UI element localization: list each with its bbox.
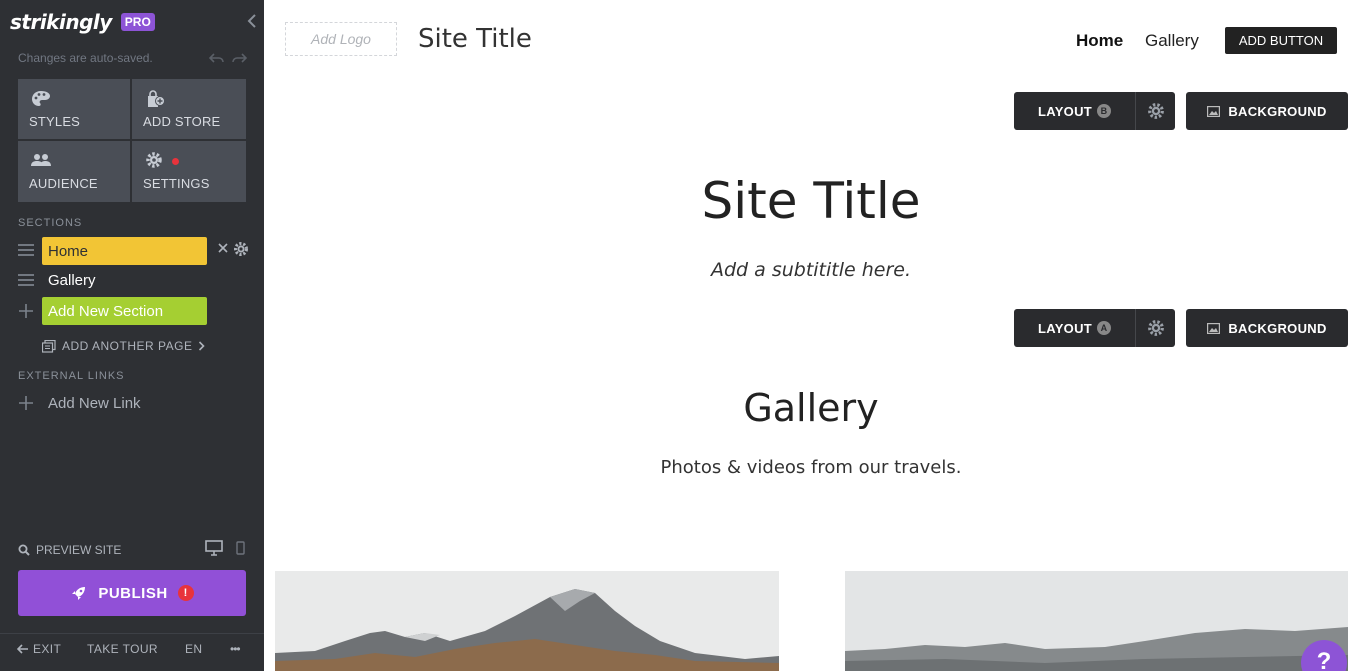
site-preview: Add Logo Site Title Home Gallery ADD BUT…: [264, 0, 1358, 671]
background-label: BACKGROUND: [1228, 320, 1327, 336]
gallery-subtitle[interactable]: Photos & videos from our travels.: [264, 457, 1358, 478]
add-store-tile[interactable]: ADD STORE: [132, 79, 246, 139]
gear-icon: [1147, 103, 1164, 119]
arrow-left-icon: [17, 644, 28, 654]
rocket-icon: [72, 587, 86, 600]
hero-layout-button[interactable]: LAYOUT B: [1014, 92, 1136, 130]
sidebar-footer: EXIT TAKE TOUR EN •••: [0, 633, 264, 671]
layout-label: LAYOUT: [1037, 103, 1093, 119]
close-icon[interactable]: [216, 240, 230, 256]
palette-icon: [32, 91, 50, 106]
gallery-settings-button[interactable]: [1136, 309, 1175, 347]
hero-title[interactable]: Site Title: [264, 172, 1358, 230]
add-new-link-button[interactable]: Add New Link: [48, 395, 141, 412]
layout-label: LAYOUT: [1037, 320, 1093, 336]
strikingly-logo: strikingly: [10, 10, 112, 34]
gallery-layout-controls: LAYOUT A: [1014, 309, 1175, 347]
take-tour-button[interactable]: TAKE TOUR: [87, 642, 158, 656]
undo-icon[interactable]: [209, 51, 225, 65]
add-logo-placeholder[interactable]: Add Logo: [285, 22, 397, 56]
more-menu-button[interactable]: •••: [230, 642, 241, 656]
add-another-page-label: ADD ANOTHER PAGE: [62, 339, 193, 353]
nav-link-gallery[interactable]: Gallery: [1145, 31, 1199, 51]
hero-subtitle[interactable]: Add a subtititle here.: [264, 259, 1358, 281]
pages-icon: [42, 339, 56, 353]
landscape-photo: [845, 571, 1348, 671]
editor-sidebar: strikingly PRO Changes are auto-saved. S…: [0, 0, 264, 671]
redo-icon[interactable]: [231, 51, 247, 65]
section-settings-gear-icon[interactable]: [233, 241, 249, 257]
drag-handle-icon[interactable]: [17, 272, 35, 288]
gallery-background-button[interactable]: BACKGROUND: [1186, 309, 1348, 347]
add-another-page-button[interactable]: ADD ANOTHER PAGE: [42, 339, 206, 353]
autosave-status: Changes are auto-saved.: [18, 51, 153, 65]
exit-label: EXIT: [33, 642, 62, 656]
settings-label: SETTINGS: [143, 176, 210, 191]
layout-variant-badge: A: [1097, 321, 1112, 335]
settings-tile[interactable]: SETTINGS: [132, 141, 246, 202]
sections-heading: SECTIONS: [18, 217, 83, 229]
drag-handle-icon[interactable]: [17, 242, 35, 258]
chevron-right-icon: [199, 341, 206, 351]
nav-link-home[interactable]: Home: [1076, 31, 1123, 51]
plus-icon[interactable]: [18, 395, 34, 411]
audience-label: AUDIENCE: [29, 176, 98, 191]
gallery-photo-2[interactable]: [845, 571, 1348, 671]
store-add-icon: [148, 90, 165, 107]
desktop-icon[interactable]: [205, 540, 223, 556]
plus-icon[interactable]: [18, 303, 34, 319]
styles-label: STYLES: [29, 114, 81, 129]
mobile-icon[interactable]: [236, 541, 245, 555]
gear-icon: [146, 152, 162, 168]
section-item-gallery[interactable]: Gallery: [48, 272, 96, 289]
add-new-section-button[interactable]: Add New Section: [42, 297, 207, 325]
styles-tile[interactable]: STYLES: [18, 79, 130, 139]
nav-site-title[interactable]: Site Title: [418, 24, 532, 54]
audience-tile[interactable]: AUDIENCE: [18, 141, 130, 202]
section-item-home[interactable]: Home: [42, 237, 207, 265]
publish-alert-badge: !: [177, 585, 194, 601]
background-label: BACKGROUND: [1228, 103, 1327, 119]
tool-tiles: STYLES ADD STORE AUDIENCE SETTINGS: [18, 79, 246, 202]
settings-notification-dot: [172, 158, 179, 165]
nav-add-button[interactable]: ADD BUTTON: [1225, 27, 1337, 54]
mountain-photo: [275, 571, 779, 671]
gallery-layout-button[interactable]: LAYOUT A: [1014, 309, 1136, 347]
preview-site-label: PREVIEW SITE: [36, 543, 122, 557]
gear-icon: [1147, 320, 1164, 336]
external-links-heading: EXTERNAL LINKS: [18, 370, 125, 382]
layout-variant-badge: B: [1097, 104, 1112, 118]
preview-site-button[interactable]: PREVIEW SITE: [18, 543, 121, 557]
image-icon: [1207, 322, 1221, 334]
hero-background-button[interactable]: BACKGROUND: [1186, 92, 1348, 130]
publish-button[interactable]: PUBLISH !: [18, 570, 246, 616]
publish-label: PUBLISH: [98, 584, 168, 602]
brand: strikingly PRO: [10, 8, 155, 36]
image-icon: [1207, 105, 1221, 117]
language-button[interactable]: EN: [185, 642, 202, 656]
exit-button[interactable]: EXIT: [17, 642, 61, 656]
pro-badge: PRO: [120, 13, 155, 31]
search-icon: [18, 544, 30, 556]
add-store-label: ADD STORE: [143, 114, 221, 129]
gallery-title[interactable]: Gallery: [264, 386, 1358, 430]
hero-layout-controls: LAYOUT B: [1014, 92, 1175, 130]
hero-settings-button[interactable]: [1136, 92, 1175, 130]
gallery-photo-1[interactable]: [275, 571, 779, 671]
collapse-sidebar-icon[interactable]: [244, 12, 260, 30]
people-icon: [31, 154, 51, 166]
